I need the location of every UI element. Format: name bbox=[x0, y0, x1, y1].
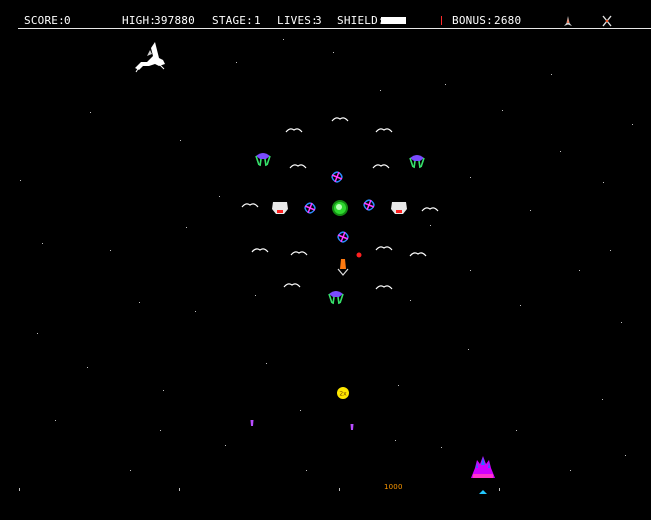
pinwheel-enemy bbox=[331, 171, 343, 183]
star bbox=[621, 322, 622, 323]
star bbox=[42, 243, 43, 244]
gull-enemy bbox=[375, 246, 393, 251]
points-popup: 1000 bbox=[384, 483, 403, 491]
jelly-enemy bbox=[255, 153, 271, 167]
pod-enemy bbox=[391, 202, 407, 214]
star bbox=[219, 196, 220, 197]
pinwheel-enemy bbox=[304, 202, 316, 214]
gull-enemy bbox=[409, 252, 427, 257]
star bbox=[520, 305, 521, 306]
star bbox=[160, 430, 161, 431]
gull-enemy bbox=[375, 128, 393, 133]
star bbox=[441, 447, 442, 448]
star bbox=[610, 250, 611, 251]
falling-shot bbox=[250, 420, 254, 426]
ship-marker bbox=[479, 490, 487, 494]
star bbox=[395, 440, 396, 441]
gull-enemy bbox=[289, 164, 307, 169]
star bbox=[300, 410, 301, 411]
star bbox=[255, 295, 256, 296]
star bbox=[225, 445, 226, 446]
ground-markers bbox=[19, 488, 500, 491]
gull-enemy bbox=[372, 164, 390, 169]
star bbox=[430, 225, 431, 226]
star bbox=[283, 39, 284, 40]
star bbox=[380, 90, 381, 91]
star bbox=[602, 399, 603, 400]
star bbox=[603, 182, 604, 183]
pinwheel-enemy bbox=[337, 231, 349, 243]
star bbox=[110, 250, 111, 251]
gull-enemy bbox=[285, 128, 303, 133]
jelly-enemy bbox=[328, 291, 344, 305]
star bbox=[139, 302, 140, 303]
game-screen: SCORE: 0 HIGH: 397880 STAGE: 1 LIVES: 3 … bbox=[0, 0, 651, 520]
player-ship[interactable] bbox=[471, 456, 495, 478]
pinwheel-enemy bbox=[363, 199, 375, 211]
star bbox=[625, 455, 626, 456]
gull-enemy bbox=[241, 203, 259, 208]
star bbox=[55, 420, 56, 421]
gull-enemy bbox=[331, 117, 349, 122]
star bbox=[20, 180, 21, 181]
star bbox=[530, 210, 531, 211]
playfield: 2x bbox=[19, 39, 633, 494]
gull-enemy bbox=[290, 251, 308, 256]
star bbox=[551, 74, 552, 75]
gull-enemy bbox=[283, 283, 301, 288]
core-orb-enemy bbox=[332, 200, 348, 216]
star bbox=[37, 333, 38, 334]
star bbox=[186, 227, 187, 228]
star bbox=[470, 270, 471, 271]
star bbox=[90, 112, 91, 113]
gull-enemy bbox=[251, 248, 269, 253]
star bbox=[163, 390, 164, 391]
gull-enemy bbox=[421, 207, 439, 212]
jelly-enemy bbox=[409, 155, 425, 169]
svg-text:2x: 2x bbox=[339, 391, 347, 398]
star bbox=[579, 270, 580, 271]
double-shot-powerup: 2x bbox=[337, 387, 349, 399]
star bbox=[570, 470, 571, 471]
enemy-bullet bbox=[356, 252, 362, 258]
star bbox=[333, 52, 334, 53]
star bbox=[445, 84, 446, 85]
starfield bbox=[20, 39, 633, 471]
star bbox=[470, 177, 471, 178]
star bbox=[468, 349, 469, 350]
star bbox=[87, 367, 88, 368]
star bbox=[180, 140, 181, 141]
star bbox=[632, 124, 633, 125]
pod-enemy bbox=[272, 202, 288, 214]
star bbox=[236, 62, 237, 63]
star bbox=[410, 300, 411, 301]
falling-shot bbox=[350, 424, 354, 430]
star bbox=[502, 110, 503, 111]
diving-rocket-enemy bbox=[337, 259, 349, 276]
gull-enemy bbox=[375, 285, 393, 290]
star bbox=[306, 470, 307, 471]
star bbox=[516, 430, 517, 431]
star bbox=[266, 363, 267, 364]
stork-enemy bbox=[135, 42, 165, 73]
star bbox=[560, 151, 561, 152]
star bbox=[195, 311, 196, 312]
star bbox=[130, 470, 131, 471]
star bbox=[398, 385, 399, 386]
